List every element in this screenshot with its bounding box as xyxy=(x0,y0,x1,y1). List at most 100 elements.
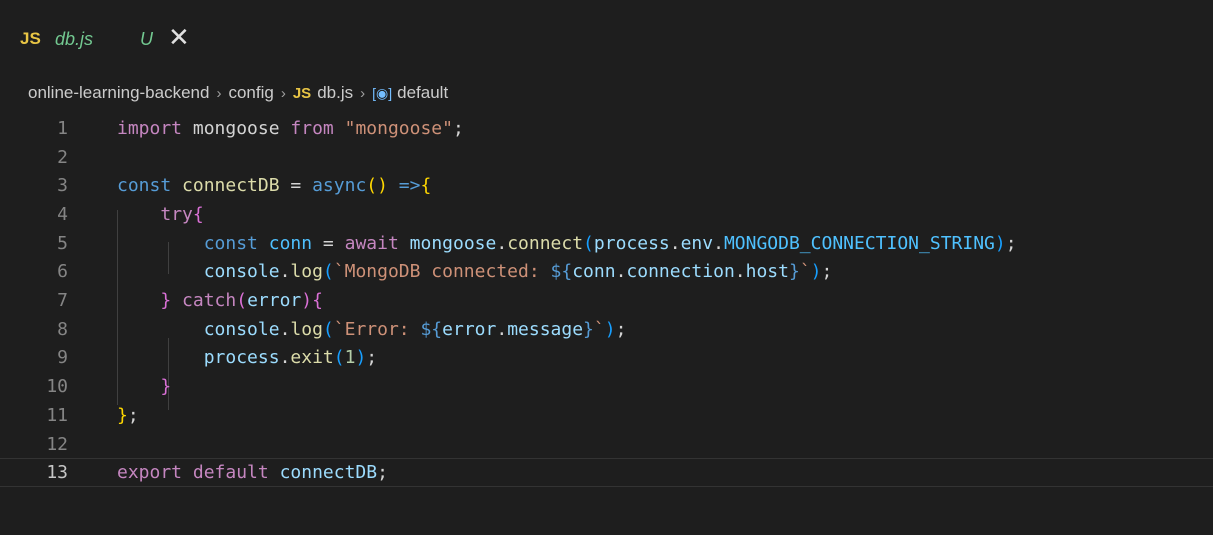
code-token: ; xyxy=(1005,232,1017,254)
breadcrumb: online-learning-backend › config › JS db… xyxy=(0,78,1213,108)
code-token: ( xyxy=(236,290,248,312)
line-number: 3 xyxy=(57,175,68,197)
code-token: MONGODB_CONNECTION_STRING xyxy=(723,232,995,254)
code-token: ( xyxy=(583,232,594,254)
code-token: ; xyxy=(127,404,139,426)
code-token: error xyxy=(247,290,302,312)
code-token: error xyxy=(442,318,497,340)
line-code: } xyxy=(117,376,171,397)
line-number: 12 xyxy=(46,433,68,455)
code-token: console xyxy=(203,318,280,340)
code-line[interactable]: 11}; xyxy=(0,401,1213,430)
code-token: ( xyxy=(333,347,345,369)
code-editor[interactable]: 1 import mongoose from "mongoose"; 2 3 const… xyxy=(0,114,1213,535)
code-token: . xyxy=(279,261,291,283)
close-icon[interactable]: ✕ xyxy=(168,23,190,51)
code-token: process xyxy=(203,347,280,369)
code-line[interactable]: 7 } catch(error){ xyxy=(0,286,1213,315)
breadcrumb-item-config[interactable]: config xyxy=(228,83,273,103)
code-line[interactable]: 5 const conn = await mongoose.connect(pr… xyxy=(0,229,1213,258)
line-number: 13 xyxy=(46,462,68,484)
breadcrumb-item-project[interactable]: online-learning-backend xyxy=(28,83,209,103)
line-code: } catch(error){ xyxy=(117,290,323,311)
code-token: default xyxy=(192,462,269,484)
code-token: const xyxy=(117,175,172,197)
code-token: . xyxy=(496,232,508,254)
code-token: ; xyxy=(377,462,388,484)
code-line[interactable]: 12 xyxy=(0,430,1213,459)
code-line[interactable]: 13 export default connectDB; xyxy=(0,458,1213,488)
line-number: 6 xyxy=(57,261,68,283)
code-token: ` xyxy=(799,261,811,283)
code-line[interactable]: 10 } xyxy=(0,372,1213,401)
code-token: async xyxy=(312,175,367,197)
breadcrumb-item-symbol[interactable]: default xyxy=(397,83,448,103)
line-code: process.exit(1); xyxy=(117,347,377,368)
code-token: export xyxy=(117,462,183,484)
code-token: ) xyxy=(604,318,616,340)
code-token: ; xyxy=(366,347,378,369)
breadcrumb-item-file[interactable]: db.js xyxy=(317,83,353,103)
code-token: 1 xyxy=(344,347,356,369)
code-token: from xyxy=(290,117,334,139)
line-number: 8 xyxy=(57,318,68,340)
line-code: import mongoose from "mongoose"; xyxy=(117,118,464,139)
code-line[interactable]: 3 const connectDB = async() =>{ xyxy=(0,171,1213,200)
variable-symbol-icon: [◉] xyxy=(372,84,393,101)
code-token: . xyxy=(279,347,291,369)
editor-tab-db-js[interactable]: JS db.js U ✕ xyxy=(0,14,200,70)
code-line[interactable]: 8 console.log(`Error: ${error.message}`)… xyxy=(0,315,1213,344)
code-line[interactable]: 1 import mongoose from "mongoose"; xyxy=(0,114,1213,143)
code-token: . xyxy=(713,232,724,254)
line-number: 7 xyxy=(57,290,68,312)
javascript-file-icon: JS xyxy=(20,29,41,48)
code-token: } xyxy=(788,261,800,283)
code-token: conn xyxy=(268,232,313,254)
line-number: 11 xyxy=(46,404,68,426)
code-token: ; xyxy=(615,318,627,340)
chevron-right-icon: › xyxy=(216,84,222,102)
code-token: console xyxy=(203,261,280,283)
tab-bar: JS db.js U ✕ xyxy=(0,0,1213,70)
code-token: "mongoose" xyxy=(344,117,453,139)
code-line[interactable]: 9 process.exit(1); xyxy=(0,344,1213,373)
line-number: 4 xyxy=(57,203,68,225)
javascript-file-icon: JS xyxy=(292,84,312,102)
code-line[interactable]: 4 try{ xyxy=(0,200,1213,229)
code-token: = xyxy=(279,175,313,197)
line-number: 9 xyxy=(57,347,68,369)
code-token: try xyxy=(160,203,193,225)
code-token: ( xyxy=(322,261,334,283)
line-number: 10 xyxy=(46,376,68,398)
code-token: . xyxy=(279,318,291,340)
line-number: 2 xyxy=(57,146,68,168)
code-token: ; xyxy=(821,261,833,283)
code-line[interactable]: 6 console.log(`MongoDB connected: ${conn… xyxy=(0,258,1213,287)
code-token: catch xyxy=(182,290,237,312)
code-token: ${ xyxy=(550,261,573,283)
line-code: export default connectDB; xyxy=(117,462,388,483)
line-code: try{ xyxy=(117,203,203,225)
code-token: const xyxy=(203,232,258,254)
code-token: host xyxy=(745,261,789,283)
tab-filename: db.js xyxy=(55,29,94,49)
code-token: connect xyxy=(507,232,584,254)
code-token: } xyxy=(160,376,172,398)
code-token: ) xyxy=(810,261,822,283)
untracked-status-badge: U xyxy=(140,29,153,49)
code-token: } xyxy=(117,404,128,426)
code-line[interactable]: 2 xyxy=(0,143,1213,172)
code-token: () xyxy=(366,175,388,197)
code-token: exit xyxy=(290,347,334,369)
